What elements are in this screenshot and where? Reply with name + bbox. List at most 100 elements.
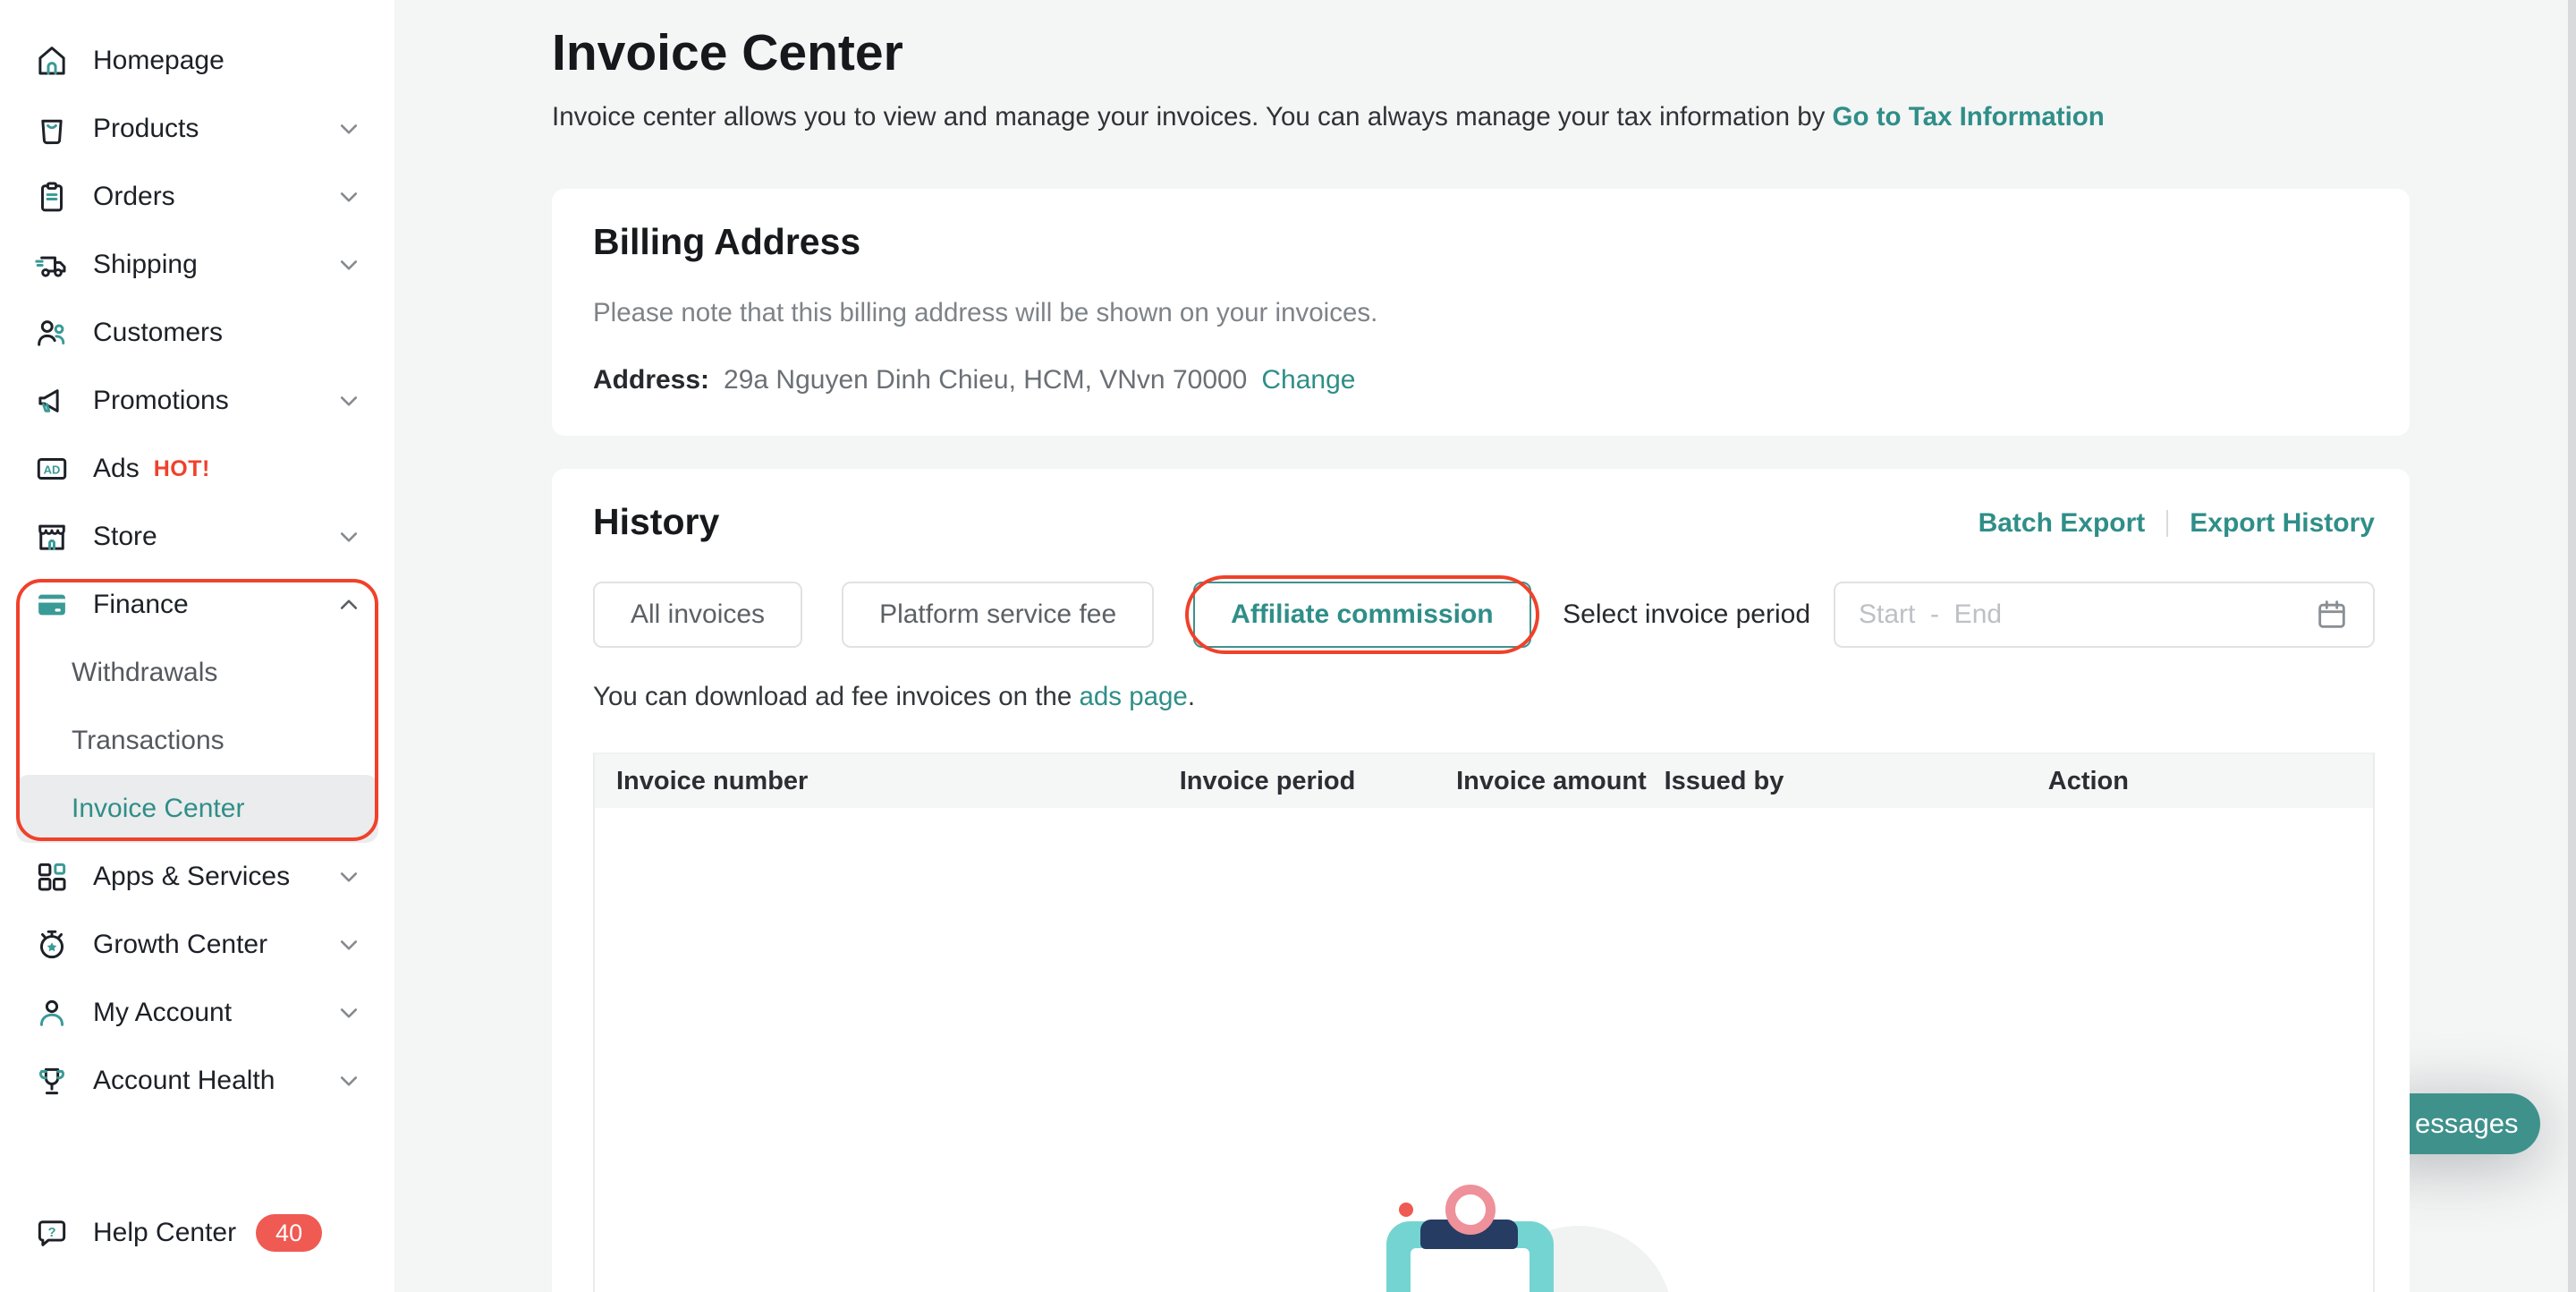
history-title: History [593,501,719,543]
go-to-tax-information-link[interactable]: Go to Tax Information [1833,102,2105,132]
home-icon [33,42,71,80]
customers-icon [33,314,71,352]
chevron-down-icon [334,998,364,1028]
sidebar-item-label: My Account [93,998,232,1028]
trophy-icon [33,1062,71,1100]
sidebar-item-orders[interactable]: Orders [16,163,378,231]
hot-badge: HOT! [154,456,210,482]
sidebar-item-label: Homepage [93,46,225,76]
sidebar-item-label: Transactions [72,726,225,756]
sidebar-item-label: Growth Center [93,930,267,960]
sidebar-item-label: Help Center [93,1218,236,1248]
sidebar-item-label: Finance [93,590,189,620]
help-bubble-icon: ? [33,1214,71,1252]
column-header-invoice-number: Invoice number [595,767,1180,796]
batch-export-link[interactable]: Batch Export [1979,508,2146,539]
change-address-link[interactable]: Change [1261,365,1355,395]
sidebar-item-my-account[interactable]: My Account [16,979,378,1047]
sidebar-item-label: Products [93,114,199,144]
sidebar-item-promotions[interactable]: Promotions [16,367,378,435]
sidebar-item-label: Shipping [93,250,198,280]
sidebar-item-label: Account Health [93,1066,275,1096]
credit-card-icon [33,586,71,624]
billing-address-card: Billing Address Please note that this bi… [552,189,2410,436]
chevron-down-icon [334,114,364,144]
chevron-down-icon [334,522,364,552]
megaphone-icon [33,382,71,420]
column-header-action: Action [2048,767,2373,796]
date-range-placeholder: Start - End [1859,599,2314,630]
address-label: Address: [593,365,709,395]
messages-button-label: essages [2415,1108,2518,1140]
chevron-down-icon [334,862,364,892]
chevron-up-icon [334,590,364,620]
export-history-link[interactable]: Export History [2190,508,2375,539]
column-header-invoice-period: Invoice period [1180,767,1456,796]
sidebar-nav: Homepage Products Orders [0,0,394,1115]
sidebar: Homepage Products Orders [0,0,394,1292]
chevron-down-icon [334,250,364,280]
address-value: 29a Nguyen Dinh Chieu, HCM, VNvn 70000 [724,365,1247,395]
ads-page-link[interactable]: ads page [1079,682,1187,711]
sidebar-item-apps-services[interactable]: Apps & Services [16,843,378,911]
billing-address-title: Billing Address [593,221,860,263]
person-icon [33,994,71,1032]
sidebar-item-label: Store [93,522,157,552]
svg-text:AD: AD [44,463,61,476]
sidebar-item-invoice-center[interactable]: Invoice Center [16,775,378,843]
sidebar-item-help-center[interactable]: ? Help Center 40 [16,1199,378,1267]
sidebar-item-customers[interactable]: Customers [16,299,378,367]
store-icon [33,518,71,556]
ad-fee-note-text: You can download ad fee invoices on the [593,682,1079,711]
sidebar-item-withdrawals[interactable]: Withdrawals [16,639,378,707]
vertical-scrollbar[interactable] [2568,0,2576,1292]
address-row: Address: 29a Nguyen Dinh Chieu, HCM, VNv… [593,365,1355,395]
page-description: Invoice center allows you to view and ma… [552,102,2105,132]
filter-all-invoices-button[interactable]: All invoices [593,582,802,648]
apps-grid-icon [33,858,71,896]
sidebar-item-label: Withdrawals [72,658,217,688]
links-divider [2166,510,2168,537]
sidebar-item-finance[interactable]: Finance [16,571,378,639]
sidebar-item-ads[interactable]: AD Ads HOT! [16,435,378,503]
billing-note: Please note that this billing address wi… [593,298,1377,328]
svg-text:?: ? [47,1226,55,1240]
stopwatch-icon [33,926,71,964]
filter-platform-service-fee-button[interactable]: Platform service fee [842,582,1154,648]
sidebar-item-label: Customers [93,318,223,348]
export-links: Batch Export Export History [1979,508,2375,539]
calendar-icon[interactable] [2314,597,2350,633]
sidebar-item-homepage[interactable]: Homepage [16,27,378,95]
history-card: History Batch Export Export History All … [552,469,2410,1292]
sidebar-item-growth-center[interactable]: Growth Center [16,911,378,979]
sidebar-item-label: Ads [93,454,140,484]
filter-affiliate-commission-button[interactable]: Affiliate commission [1193,582,1530,648]
sidebar-item-label: Promotions [93,386,229,416]
sidebar-item-products[interactable]: Products [16,95,378,163]
column-header-issued-by: Issued by [1665,767,2048,796]
page-description-text: Invoice center allows you to view and ma… [552,102,1833,132]
column-header-invoice-amount: Invoice amount [1456,767,1665,796]
page-title: Invoice Center [552,23,903,82]
help-row: ? Help Center 40 [16,1199,378,1267]
sidebar-item-shipping[interactable]: Shipping [16,231,378,299]
sidebar-item-store[interactable]: Store [16,503,378,571]
invoice-table: Invoice number Invoice period Invoice am… [593,752,2375,1292]
invoice-filter-tabs: All invoices Platform service fee Affili… [593,582,1531,648]
sidebar-item-label: Invoice Center [72,794,244,824]
invoice-period-label: Select invoice period [1563,599,1810,630]
invoice-period-range-input[interactable]: Start - End [1834,582,2375,648]
sidebar-item-transactions[interactable]: Transactions [16,707,378,775]
ad-icon: AD [33,450,71,488]
chevron-down-icon [334,930,364,960]
chevron-down-icon [334,386,364,416]
chevron-down-icon [334,1066,364,1096]
sidebar-item-label: Orders [93,182,175,212]
bag-icon [33,110,71,148]
truck-icon [33,246,71,284]
invoice-table-header: Invoice number Invoice period Invoice am… [595,754,2373,808]
sidebar-item-account-health[interactable]: Account Health [16,1047,378,1115]
ad-fee-note-suffix: . [1188,682,1195,711]
chevron-down-icon [334,182,364,212]
clipboard-icon [33,178,71,216]
